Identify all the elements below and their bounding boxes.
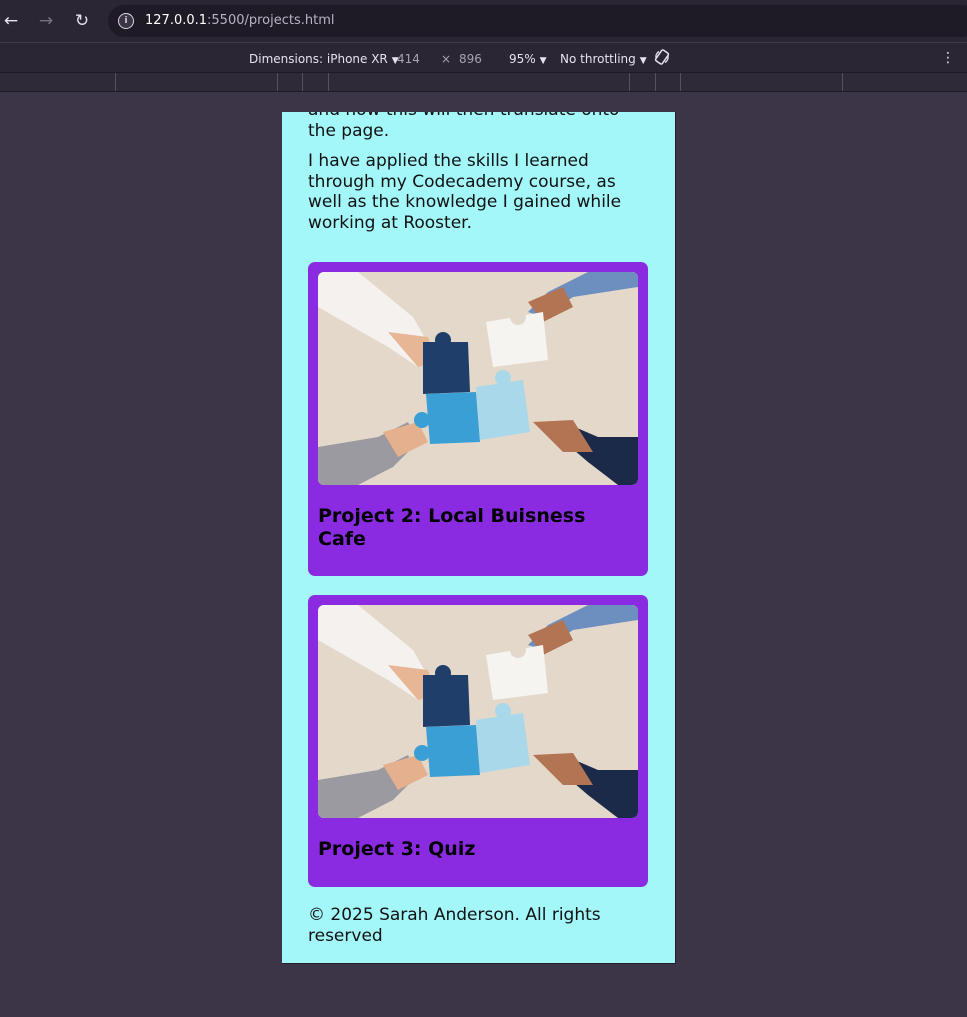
device-width-input[interactable]: 414: [397, 52, 420, 66]
browser-toolbar: ← → ↻ i 127.0.0.1:5500/projects.html: [0, 0, 967, 42]
zoom-select[interactable]: 95% ▼: [509, 52, 547, 66]
page-intro: and how this will then translate onto th…: [308, 112, 648, 243]
project-image: [318, 272, 638, 485]
url-host: 127.0.0.1: [145, 13, 208, 28]
skills-paragraph: I have applied the skills I learned thro…: [308, 151, 622, 233]
more-options-icon[interactable]: ⋮: [940, 50, 956, 66]
throttling-label: No throttling: [560, 52, 636, 66]
throttling-select[interactable]: No throttling ▼: [560, 52, 647, 66]
project-title[interactable]: Project 2: Local Buisness Cafe: [318, 505, 638, 551]
device-toolbar: Dimensions: iPhone XR ▼ 414 × 896 95% ▼ No…: [0, 42, 967, 73]
site-info-icon[interactable]: i: [118, 13, 134, 29]
device-viewport: and how this will then translate onto th…: [282, 112, 676, 964]
project-title[interactable]: Project 3: Quiz: [318, 838, 638, 861]
rotate-device-icon[interactable]: [654, 49, 670, 65]
device-dimensions-select[interactable]: Dimensions: iPhone XR ▼: [249, 52, 399, 66]
forward-arrow-icon[interactable]: →: [36, 11, 56, 31]
zoom-label: 95%: [509, 52, 536, 66]
intro-paragraph: and how this will then translate onto th…: [308, 112, 619, 141]
reload-icon[interactable]: ↻: [72, 11, 92, 31]
back-arrow-icon[interactable]: ←: [1, 11, 21, 31]
device-height-input[interactable]: 896: [459, 52, 482, 66]
address-bar[interactable]: i 127.0.0.1:5500/projects.html: [108, 5, 967, 37]
url-text[interactable]: 127.0.0.1:5500/projects.html: [145, 13, 335, 28]
times-icon: ×: [441, 52, 452, 66]
chevron-down-icon: ▼: [639, 56, 647, 66]
device-dimensions-label: Dimensions: iPhone XR: [249, 52, 388, 66]
footer-text: © 2025 Sarah Anderson. All rights reserv…: [308, 905, 601, 946]
project-card[interactable]: Project 3: Quiz: [308, 595, 648, 887]
project-card[interactable]: Project 2: Local Buisness Cafe: [308, 262, 648, 576]
url-path: :5500/projects.html: [207, 13, 335, 28]
project-image: [318, 605, 638, 818]
media-query-ruler[interactable]: [0, 72, 967, 92]
chevron-down-icon: ▼: [539, 56, 547, 66]
